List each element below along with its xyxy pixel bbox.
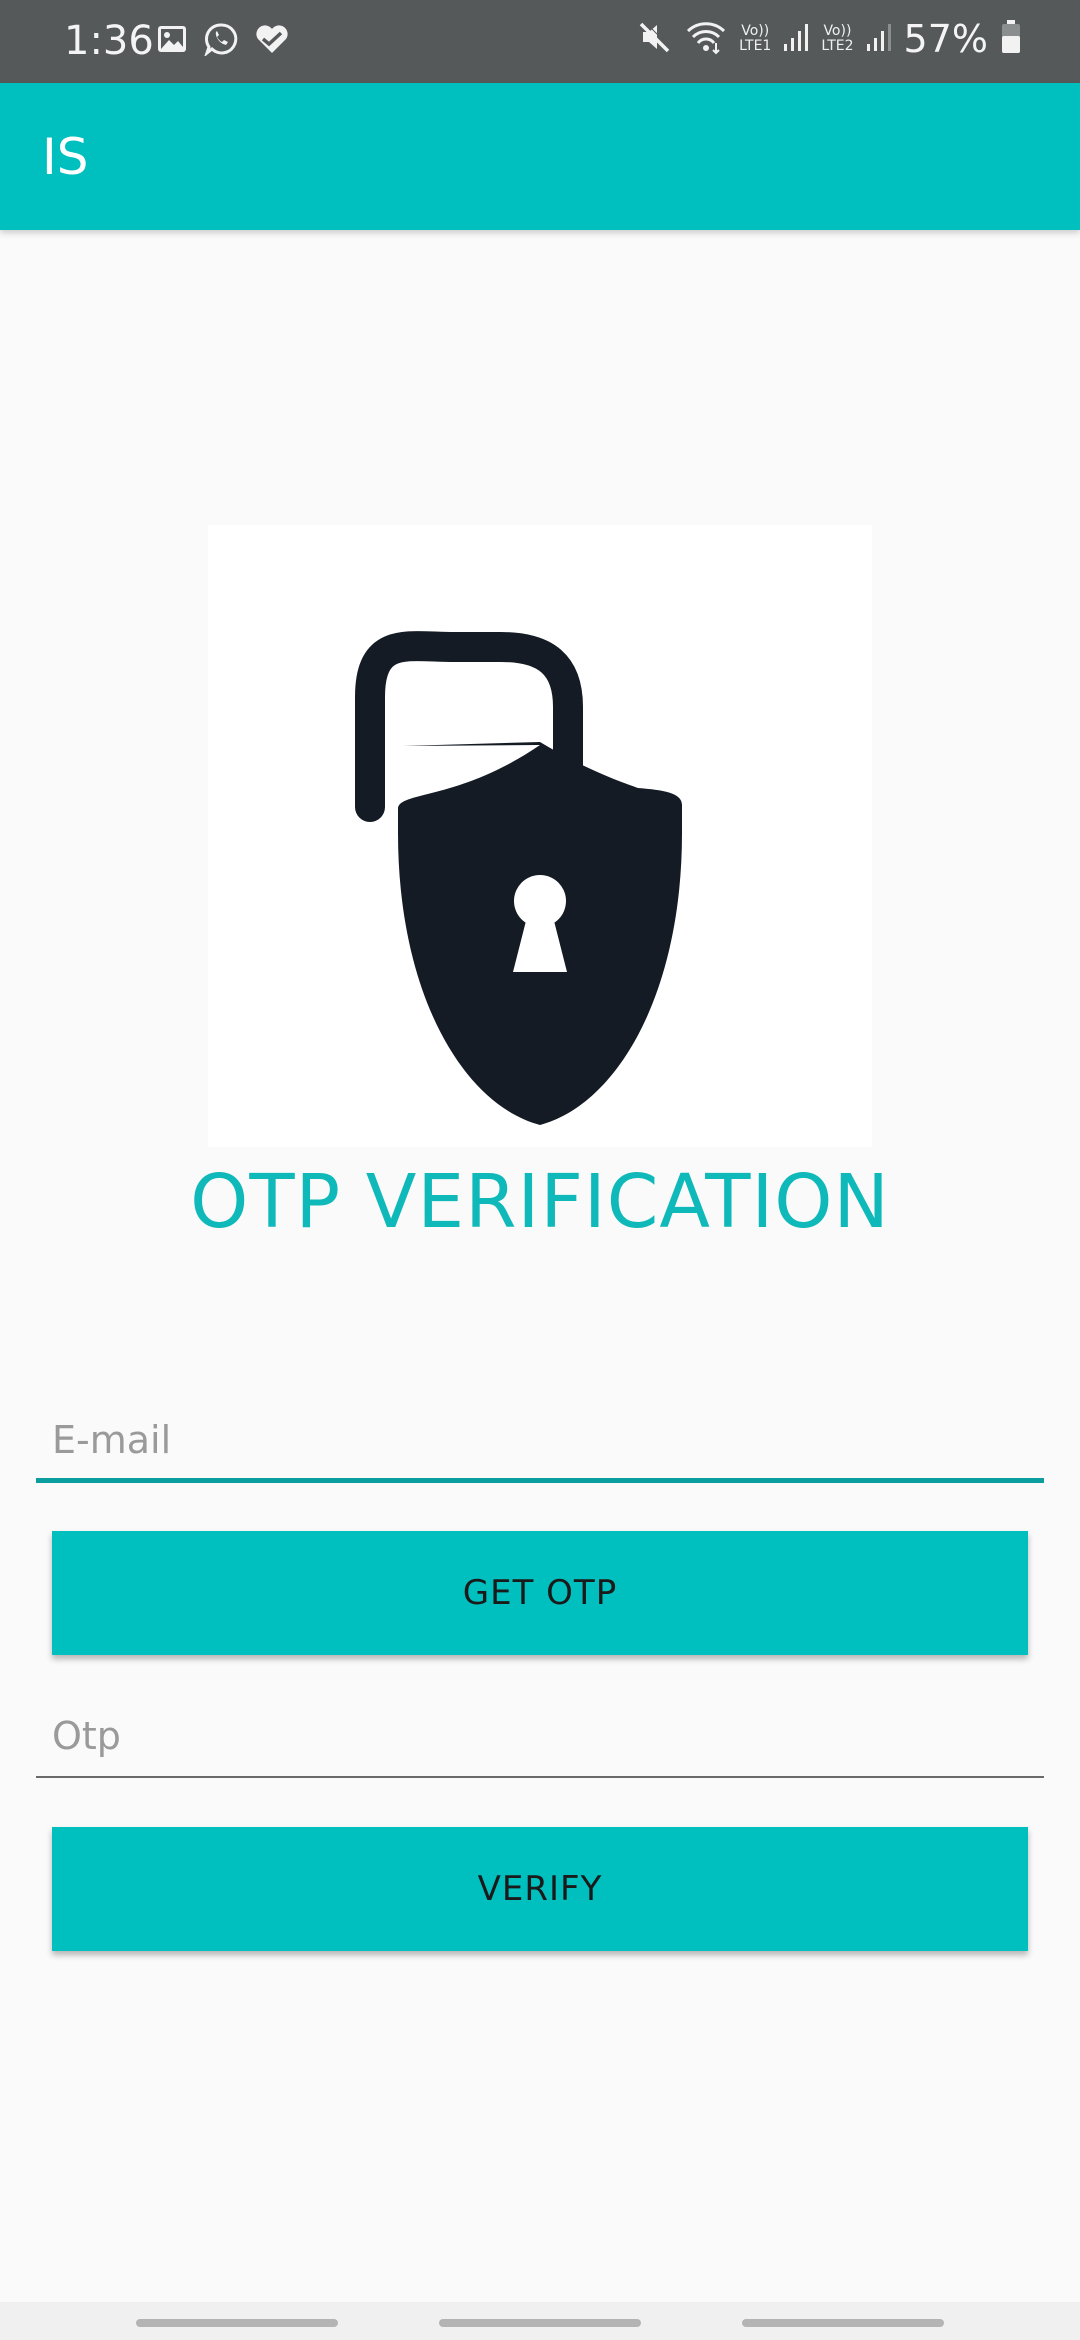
- nav-back-handle[interactable]: [742, 2319, 944, 2327]
- wifi-icon: [685, 19, 727, 59]
- email-underline: [36, 1478, 1044, 1483]
- lte1-indicator: Vo)) LTE1: [739, 24, 771, 54]
- lte2-volte-label: Vo)): [823, 23, 852, 39]
- signal-icon: [866, 22, 892, 56]
- verify-button[interactable]: VERIFY: [52, 1827, 1028, 1951]
- whatsapp-icon: [203, 22, 238, 60]
- page-title: OTP VERIFICATION: [190, 1159, 890, 1245]
- battery-icon: [1000, 19, 1022, 59]
- status-time: 1:36: [64, 18, 154, 64]
- otp-field[interactable]: [36, 1712, 1044, 1778]
- otp-input[interactable]: [36, 1712, 1044, 1760]
- nav-home-handle[interactable]: [439, 2319, 641, 2327]
- status-notification-icons: [156, 22, 290, 60]
- status-bar: 1:36 Vo)) LTE1 Vo)) LTE2 57%: [0, 0, 1080, 83]
- otp-underline: [36, 1776, 1044, 1778]
- hero-lock-image: [208, 525, 872, 1147]
- email-field[interactable]: [36, 1416, 1044, 1483]
- navigation-bar: [0, 2302, 1080, 2340]
- lte2-indicator: Vo)) LTE2: [821, 24, 853, 54]
- mute-icon: [637, 19, 673, 59]
- email-input[interactable]: [36, 1416, 1044, 1464]
- lte1-label: LTE1: [739, 38, 772, 54]
- shield-padlock-icon: [355, 631, 682, 1125]
- battery-percentage: 57%: [903, 17, 988, 61]
- lte2-label: LTE2: [821, 38, 854, 54]
- get-otp-button[interactable]: GET OTP: [52, 1531, 1028, 1655]
- app-bar: IS: [0, 83, 1080, 230]
- app-title: IS: [42, 128, 89, 186]
- gallery-icon: [156, 23, 188, 59]
- nav-recents-handle[interactable]: [136, 2319, 338, 2327]
- signal-icon: [783, 22, 809, 56]
- status-system-icons: Vo)) LTE1 Vo)) LTE2 57%: [637, 16, 1022, 62]
- lte1-volte-label: Vo)): [741, 23, 770, 39]
- health-icon: [254, 23, 290, 59]
